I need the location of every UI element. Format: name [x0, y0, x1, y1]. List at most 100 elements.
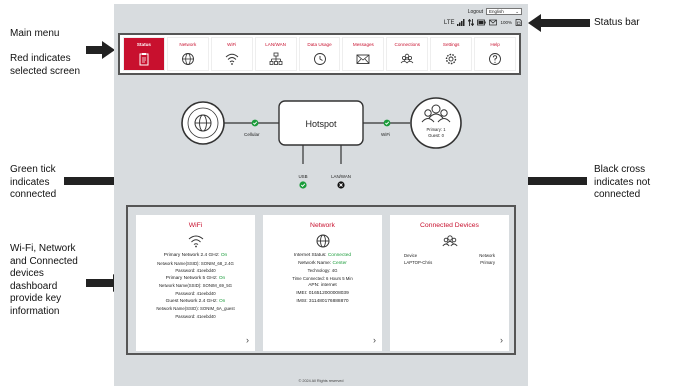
info-text: IMSI: 311480176888870 — [296, 298, 349, 304]
status-value: Connected — [327, 253, 352, 258]
info-line: Guest Network 2.4 GHz: On — [136, 298, 255, 306]
info-line: IMSI: 311480176888870 — [263, 298, 382, 306]
menu-item-help[interactable]: Help — [474, 37, 517, 71]
status-value: On — [218, 275, 226, 281]
annotation-red-selected: Red indicates selected screen — [10, 53, 81, 77]
info-line: APN: internet — [263, 282, 382, 290]
lanwan-label: LAN/WAN — [331, 174, 351, 179]
signal-bars-icon — [457, 19, 465, 26]
info-text: Primary Network 5 GHz: — [165, 275, 219, 281]
info-text: Network Name: — [298, 260, 333, 266]
info-text: Network Name(SSID): SONIM_68_2.4G — [157, 260, 234, 266]
chevron-right-icon[interactable]: › — [500, 335, 503, 345]
info-line: Network Name(SSID): SONIM_69_5G — [136, 282, 255, 290]
chevron-right-icon[interactable]: › — [373, 335, 376, 345]
info-text: Network Name(SSID): SONIM_69_5G — [158, 283, 233, 289]
annotation-dashboard: Wi-Fi, Network and Connected devices dashb… — [10, 243, 78, 317]
info-text: Network Name(SSID): SONIM_6A_guest — [156, 306, 235, 312]
info-line: Time Connected: 6 Hours 5 Min — [263, 275, 382, 283]
info-line: Primary Network 5 GHz: On — [136, 275, 255, 283]
logout-link[interactable]: Logout — [468, 9, 483, 15]
hotspot-label: Hotspot — [305, 119, 337, 129]
lan-icon — [269, 52, 283, 65]
globe-icon — [316, 234, 329, 248]
menu-item-connections[interactable]: Connections — [386, 37, 429, 71]
menu-item-label: Settings — [442, 42, 460, 47]
chevron-right-icon[interactable]: › — [246, 335, 249, 345]
info-text: Time Connected: 6 Hours 5 Min — [292, 275, 353, 281]
info-text: Password: 41eebd40 — [175, 290, 216, 296]
gear-icon — [445, 53, 457, 65]
main-menu: Status Network WiFi LAN/WAN Data Usage M… — [118, 33, 521, 75]
network-card[interactable]: Network Internet Status: Connected Networ… — [263, 215, 382, 351]
info-text: Primary Network 2.4 GHz: — [163, 253, 221, 258]
info-text: Internet Status: — [293, 253, 328, 258]
language-select[interactable]: English ⌄ — [486, 8, 522, 15]
device-network: Primary — [480, 260, 495, 265]
envelope-icon — [356, 54, 370, 64]
connection-diagram: Cellular Hotspot WiFi Primary: 1 Guest: … — [181, 97, 462, 189]
menu-item-label: WiFi — [227, 42, 237, 47]
primary-count: Primary: 1 — [426, 127, 446, 132]
info-line: Network Name(SSID): SONIM_68_2.4G — [136, 260, 255, 268]
message-icon — [489, 19, 498, 26]
menu-item-label: LAN/WAN — [265, 42, 286, 47]
usb-label: USB — [298, 174, 307, 179]
connected-devices-card[interactable]: Connected Devices Device Network LAPTOP-… — [390, 215, 509, 351]
chevron-down-icon: ⌄ — [515, 8, 519, 14]
users-icon — [441, 235, 458, 247]
info-text: Password: 41eebd40 — [175, 268, 216, 274]
language-value: English — [489, 9, 504, 14]
annotation-green-tick: Green tick indicates connected — [10, 164, 57, 200]
clipboard-icon — [139, 53, 149, 66]
info-line: IMEI: 016512000008039 — [263, 290, 382, 298]
menu-item-label: Help — [490, 42, 500, 47]
wifi-card[interactable]: WiFi Primary Network 2.4 GHz: On Network … — [136, 215, 255, 351]
info-text: APN: internet — [308, 283, 337, 289]
status-value: On — [220, 253, 228, 258]
menu-item-data-usage[interactable]: Data Usage — [298, 37, 341, 71]
info-text: IMEI: 016512000008039 — [296, 290, 349, 296]
menu-item-label: Messages — [352, 42, 374, 47]
menu-item-lan-wan[interactable]: LAN/WAN — [254, 37, 297, 71]
menu-item-wifi[interactable]: WiFi — [210, 37, 253, 71]
wifi-icon — [188, 235, 203, 248]
data-usage-icon — [313, 53, 326, 65]
guest-count: Guest: 0 — [428, 133, 444, 138]
menu-item-status[interactable]: Status — [123, 37, 165, 71]
menu-item-label: Network — [179, 42, 197, 47]
menu-item-settings[interactable]: Settings — [430, 37, 473, 71]
info-text: Password: 41eebd40 — [175, 313, 216, 319]
battery-icon — [477, 19, 487, 26]
menu-item-messages[interactable]: Messages — [342, 37, 385, 71]
info-line: Primary Network 2.4 GHz: On — [136, 252, 255, 260]
menu-item-label: Data Usage — [307, 42, 332, 47]
status-bar: LTE 100% — [444, 19, 522, 26]
annotation-main-menu: Main menu — [10, 28, 60, 39]
annotation-status-bar: Status bar — [594, 17, 640, 28]
wifi-icon — [225, 53, 239, 65]
data-transfer-icon — [468, 19, 475, 26]
device-column-header: Device — [404, 253, 418, 258]
cellular-node — [181, 101, 225, 145]
menu-item-network[interactable]: Network — [166, 37, 209, 71]
dashboard: WiFi Primary Network 2.4 GHz: On Network … — [126, 205, 516, 355]
header-top: Logout English ⌄ — [468, 8, 522, 15]
status-value: Center — [332, 260, 347, 266]
cellular-label: Cellular — [244, 132, 260, 137]
battery-level: 100% — [500, 20, 512, 25]
info-text: Technology: 4G — [307, 268, 338, 274]
info-line: Network Name: Center — [263, 260, 382, 268]
wifi-connected-tick-icon — [383, 119, 391, 127]
clients-node: Primary: 1 Guest: 0 — [410, 97, 462, 149]
info-text: Guest Network 2.4 GHz: — [165, 298, 219, 304]
menu-item-label: Connections — [394, 42, 421, 47]
device-web-ui: Logout English ⌄ LTE 100% Status Network — [114, 4, 528, 386]
wifi-label: WiFi — [381, 132, 390, 137]
device-name: LAPTOP-Chris — [404, 260, 433, 265]
copyright-footer: © 2024 All Rights reserved — [298, 379, 344, 383]
info-line: Network Name(SSID): SONIM_6A_guest — [136, 305, 255, 313]
cellular-connected-tick-icon — [251, 119, 259, 127]
globe-icon — [181, 53, 194, 65]
device-row: LAPTOP-Chris Primary — [390, 259, 509, 266]
